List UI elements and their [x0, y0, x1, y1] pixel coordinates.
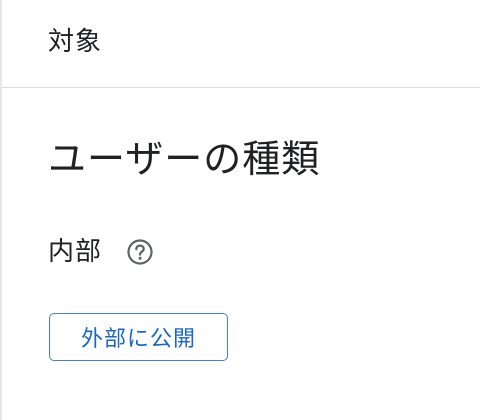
user-type-value: 内部 — [48, 237, 103, 267]
help-circle-icon[interactable] — [126, 238, 154, 266]
publish-external-button[interactable]: 外部に公開 — [49, 313, 228, 361]
section-title: ユーザーの種類 — [48, 137, 321, 181]
tab-title: 対象 — [48, 27, 103, 57]
help-circle-icon-svg — [127, 239, 153, 265]
panel-header: 対象 — [2, 0, 480, 88]
audience-panel: 対象 ユーザーの種類 内部 外部に公開 — [0, 0, 480, 420]
user-type-row: 内部 — [48, 234, 154, 270]
